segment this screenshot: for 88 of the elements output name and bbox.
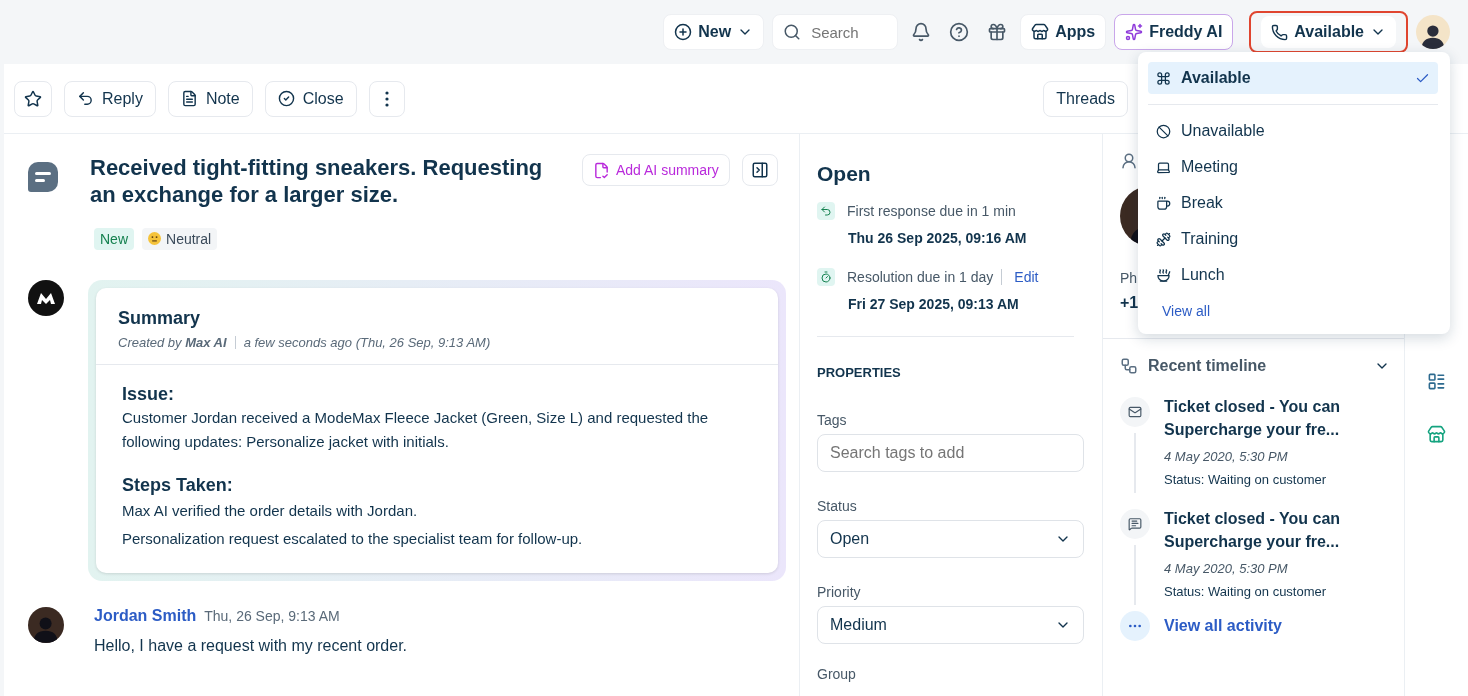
status-option[interactable]: Unavailable bbox=[1148, 115, 1438, 147]
freddy-ai-button[interactable]: Freddy AI bbox=[1114, 14, 1234, 50]
view-all-link[interactable]: View all bbox=[1162, 303, 1210, 319]
search-icon bbox=[783, 23, 802, 41]
summary-time: a few seconds ago (Thu, 26 Sep, 9:13 AM) bbox=[243, 335, 491, 350]
summary-text: Customer Jordan received a ModeMax Fleece Jacket (Green, Size L) and requested the following updates: Personalize jacket with initials. bbox=[122, 408, 710, 452]
sla-label: Resolution due in 1 day bbox=[847, 269, 994, 285]
timeline-status: Status: Waiting on customer bbox=[1164, 472, 1328, 487]
envelope-icon bbox=[1120, 397, 1150, 427]
user-avatar[interactable] bbox=[1416, 15, 1450, 49]
threads-button[interactable]: Threads bbox=[1043, 80, 1128, 117]
summary-text: Max AI verified the order details with Jordan. bbox=[122, 501, 419, 521]
search-field[interactable]: Search bbox=[772, 14, 899, 50]
phone-icon bbox=[1271, 23, 1289, 41]
timeline-title: Recent timeline bbox=[1148, 357, 1267, 375]
summary-author: Created by Max AI bbox=[118, 335, 227, 350]
add-ai-summary-button[interactable]: Add AI summary bbox=[582, 154, 730, 186]
star-icon bbox=[24, 89, 42, 108]
store-icon bbox=[1031, 23, 1050, 41]
document-icon bbox=[593, 161, 610, 179]
timeline-time: 4 May 2020, 5:30 PM bbox=[1164, 561, 1289, 576]
close-button[interactable]: Close bbox=[264, 80, 357, 117]
store-icon bbox=[1427, 425, 1446, 444]
sla-label: First response due in 1 min bbox=[847, 203, 1016, 219]
field-label: Group bbox=[817, 666, 857, 682]
reply-button[interactable]: Reply bbox=[64, 80, 156, 117]
close-icon bbox=[277, 90, 295, 107]
status-option[interactable]: Available bbox=[1148, 62, 1438, 94]
phone-label: Ph bbox=[1120, 270, 1138, 286]
contact-icon bbox=[1120, 152, 1138, 170]
status-option[interactable]: Break bbox=[1148, 187, 1438, 219]
summary-title: Summary bbox=[118, 308, 202, 329]
sparkle-icon bbox=[1125, 23, 1144, 41]
chat-bubble-icon bbox=[1120, 509, 1150, 539]
reply-icon bbox=[817, 202, 835, 220]
timeline-entry-title: Ticket closed - You can Supercharge your fre... bbox=[1164, 509, 1342, 552]
blocked-icon bbox=[1156, 123, 1171, 139]
phone-number: +1 bbox=[1120, 294, 1139, 312]
apps-button[interactable]: Apps bbox=[1020, 14, 1107, 50]
status-option[interactable]: Lunch bbox=[1148, 259, 1438, 291]
ticket-title: Received tight-fitting sneakers. Requesting an exchange for a larger size. bbox=[90, 154, 544, 208]
message-time: Thu, 26 Sep, 9:13 AM bbox=[204, 608, 340, 624]
status-button[interactable]: Available bbox=[1261, 16, 1396, 48]
select-field[interactable]: Medium bbox=[817, 606, 1084, 644]
timeline-entry-title: Ticket closed - You can Supercharge your fre... bbox=[1164, 397, 1342, 440]
new-button[interactable]: New bbox=[663, 14, 765, 50]
ticket-status: Open bbox=[817, 162, 872, 186]
author-link[interactable]: Jordan Smith bbox=[94, 607, 197, 625]
timeline-icon bbox=[1120, 357, 1138, 375]
sla-date: Fri 27 Sep 2025, 09:13 AM bbox=[848, 296, 1020, 312]
sentiment-tag: Neutral bbox=[142, 228, 218, 250]
plus-icon bbox=[674, 23, 693, 41]
dumbbell-icon bbox=[1156, 231, 1171, 247]
timer-icon bbox=[817, 268, 835, 286]
more-icon bbox=[1120, 611, 1150, 641]
section-heading: Steps Taken: bbox=[122, 474, 234, 497]
coffee-icon bbox=[1156, 195, 1171, 211]
laptop-icon bbox=[1156, 159, 1171, 175]
note-icon bbox=[180, 90, 198, 107]
status-option[interactable]: Meeting bbox=[1148, 151, 1438, 183]
timeline-time: 4 May 2020, 5:30 PM bbox=[1164, 449, 1289, 464]
edit-link[interactable]: Edit bbox=[1014, 269, 1039, 285]
field-label: Tags bbox=[817, 412, 848, 428]
note-button[interactable]: Note bbox=[167, 80, 253, 117]
more-icon bbox=[384, 90, 389, 107]
shortcut-icon bbox=[1156, 70, 1171, 86]
view-all-activity-link[interactable]: View all activity bbox=[1164, 617, 1282, 635]
status-tag: New bbox=[94, 228, 134, 250]
field-label: Status bbox=[817, 498, 858, 514]
field-label: Priority bbox=[817, 584, 862, 600]
timeline-status: Status: Waiting on customer bbox=[1164, 584, 1328, 599]
message-text: Hello, I have a request with my recent order. bbox=[94, 637, 408, 655]
status-option[interactable]: Training bbox=[1148, 223, 1438, 255]
panel-toggle-button[interactable] bbox=[741, 154, 778, 186]
ticket-icon bbox=[28, 162, 58, 192]
reply-icon bbox=[77, 90, 94, 107]
customer-avatar bbox=[28, 607, 64, 643]
tags-field[interactable]: Search tags to add bbox=[817, 434, 1084, 472]
sla-date: Thu 26 Sep 2025, 09:16 AM bbox=[848, 230, 1028, 246]
panel-icon bbox=[750, 161, 769, 179]
select-field[interactable]: Open bbox=[817, 520, 1084, 558]
neutral-face-icon bbox=[148, 232, 161, 245]
properties-heading: PROPERTIES bbox=[817, 365, 902, 380]
list-icon bbox=[1427, 372, 1446, 391]
summary-text: Personalization request escalated to the specialist team for follow-up. bbox=[122, 529, 584, 549]
section-heading: Issue: bbox=[122, 383, 176, 406]
star-button[interactable] bbox=[14, 80, 52, 117]
bot-avatar bbox=[28, 280, 64, 316]
